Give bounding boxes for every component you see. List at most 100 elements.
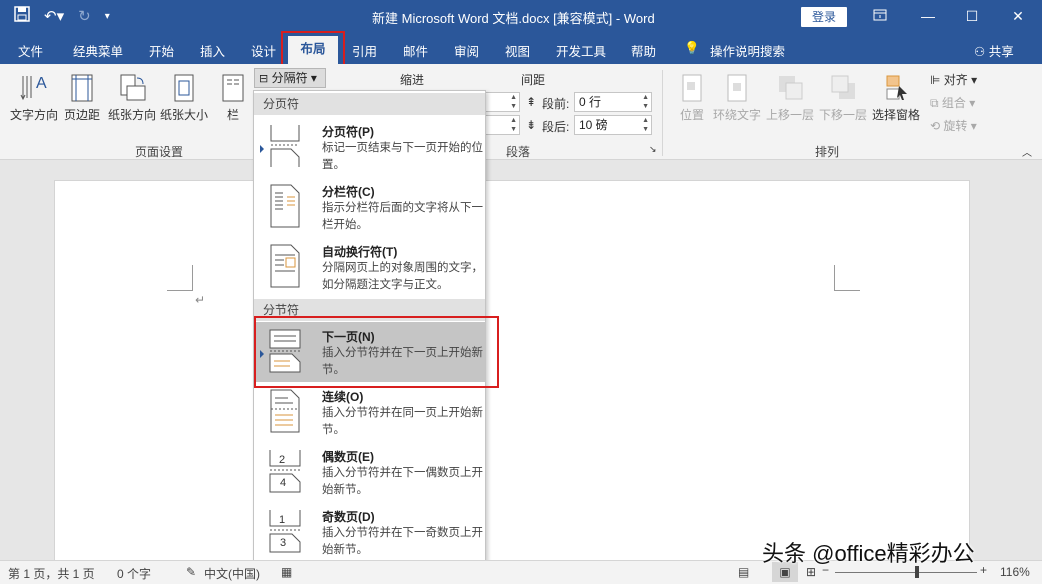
macro-icon[interactable]: ▦ (281, 565, 292, 579)
tab-home[interactable]: 开始 (149, 41, 174, 60)
lightbulb-icon: 💡 (684, 41, 700, 55)
align-icon: ⊫ (930, 73, 941, 87)
bring-forward-label: 上移一层 (766, 108, 815, 122)
position-label: 位置 (679, 108, 704, 122)
tab-classic-menu[interactable]: 经典菜单 (73, 41, 123, 60)
svg-text:3: 3 (280, 537, 286, 549)
group-label: 组合 (941, 96, 966, 110)
text-wrapping-break-title: 自动换行符(T) (322, 245, 398, 259)
breaks-button[interactable]: ⊟ 分隔符 ▾ (254, 68, 326, 88)
group-icon: ⧉ (930, 96, 939, 110)
breaks-label: 分隔符 (271, 71, 308, 85)
wrap-text-button[interactable]: 环绕文字 (713, 72, 761, 123)
svg-text:A: A (36, 75, 47, 92)
language[interactable]: 中文(中国) (204, 565, 260, 582)
menu-item-text-wrapping-break[interactable]: 自动换行符(T) 分隔网页上的对象周围的文字，如分隔题注文字与正文。 (254, 237, 485, 297)
zoom-slider[interactable] (835, 572, 977, 573)
zoom-in-button[interactable]: + (980, 563, 987, 577)
tab-review[interactable]: 审阅 (454, 41, 479, 60)
page-count[interactable]: 第 1 页，共 1 页 (8, 565, 95, 582)
menu-item-continuous[interactable]: 连续(O) 插入分节符并在同一页上开始新节。 (254, 382, 485, 442)
save-icon[interactable] (14, 6, 30, 28)
svg-text:2: 2 (279, 454, 285, 466)
person-icon: ⚇ (974, 45, 986, 59)
tab-view[interactable]: 视图 (505, 41, 530, 60)
rotate-button[interactable]: ⟲ 旋转 ▾ (930, 117, 977, 134)
page-break-desc: 标记一页结束与下一页开始的位置。 (322, 142, 483, 171)
menu-item-odd-page[interactable]: 13 奇数页(D) 插入分节符并在下一奇数页上开始新节。 (254, 502, 485, 562)
ribbon-display-icon[interactable] (870, 6, 890, 26)
paragraph-group-label: 段落 (506, 145, 531, 159)
redo-icon[interactable]: ↻ (78, 7, 91, 27)
ribbon: A 文字方向 页边距 纸张方向 纸张大小 栏 页面设置 缩进 间距 ▲ ▼ ▲ ▼ … (0, 64, 1042, 160)
columns-button[interactable]: 栏 (218, 72, 248, 123)
margin-corner-left (167, 265, 193, 291)
zoom-level[interactable]: 116% (1000, 565, 1030, 579)
word-count[interactable]: 0 个字 (117, 565, 151, 582)
selection-highlight-box (254, 316, 499, 388)
margins-label: 页边距 (64, 108, 101, 122)
collapse-ribbon-icon[interactable]: ︿ (1022, 144, 1032, 159)
align-button[interactable]: ⊫ 对齐 ▾ (930, 71, 977, 88)
minimize-icon[interactable]: — (918, 6, 938, 26)
bring-forward-button[interactable]: 上移一层 (766, 72, 814, 123)
even-page-title: 偶数页(E) (322, 450, 374, 464)
group-separator (662, 70, 663, 156)
proofing-icon[interactable]: ✎ (186, 565, 196, 579)
marker-icon (260, 145, 264, 153)
indent-left-spinner[interactable]: ▲ ▼ (484, 92, 520, 112)
tab-mailings[interactable]: 邮件 (403, 41, 428, 60)
send-backward-button[interactable]: 下移一层 (819, 72, 867, 123)
share-button[interactable]: ⚇ 共享 (974, 41, 1014, 60)
wrap-text-icon (727, 74, 747, 102)
tab-file[interactable]: 文件 (18, 41, 43, 60)
space-before-value: 0 行 (579, 95, 602, 109)
tab-design[interactable]: 设计 (251, 41, 276, 60)
tab-help[interactable]: 帮助 (631, 41, 656, 60)
menu-item-page-break[interactable]: 分页符(P) 标记一页结束与下一页开始的位置。 (254, 117, 485, 177)
align-label: 对齐 (943, 73, 968, 87)
tab-references[interactable]: 引用 (352, 41, 377, 60)
svg-text:4: 4 (280, 477, 286, 489)
selection-pane-button[interactable]: 选择窗格 (872, 72, 920, 123)
paper-size-button[interactable]: 纸张大小 (160, 72, 208, 123)
menu-item-column-break[interactable]: 分栏符(C) 指示分栏符后面的文字将从下一栏开始。 (254, 177, 485, 237)
read-mode-icon[interactable]: ▤ (738, 565, 749, 579)
selection-pane-label: 选择窗格 (872, 108, 921, 122)
page-setup-group-label: 页面设置 (135, 145, 184, 159)
tell-me-search[interactable]: 操作说明搜索 (710, 41, 785, 60)
indent-right-spinner[interactable]: ▲ ▼ (484, 115, 520, 135)
orientation-button[interactable]: 纸张方向 (108, 72, 156, 123)
continuous-desc: 插入分节符并在同一页上开始新节。 (322, 407, 483, 436)
customize-icon[interactable]: ▾ (105, 7, 110, 27)
document-page[interactable]: ↵ (54, 180, 970, 570)
rotate-label: 旋转 (943, 119, 968, 133)
position-icon (682, 74, 702, 102)
group-objects-button[interactable]: ⧉ 组合 ▾ (930, 94, 975, 111)
columns-icon (222, 74, 244, 102)
tab-insert[interactable]: 插入 (200, 41, 225, 60)
paper-size-icon (174, 74, 194, 102)
page-break-icon (270, 125, 300, 167)
maximize-icon[interactable]: ☐ (962, 6, 982, 26)
paragraph-dialog-launcher-icon[interactable]: ↘ (649, 144, 657, 155)
bring-forward-icon (779, 76, 803, 100)
svg-text:1: 1 (279, 514, 285, 526)
login-button[interactable]: 登录 (801, 7, 847, 27)
even-page-desc: 插入分节符并在下一偶数页上开始新节。 (322, 467, 483, 496)
odd-page-icon: 13 (269, 510, 301, 553)
space-after-input[interactable]: 10 磅 ▲ ▼ (574, 115, 652, 135)
undo-icon[interactable]: ↶▾ (44, 7, 64, 27)
quick-access-toolbar: ↶▾ ↻ ▾ (14, 6, 110, 28)
send-backward-label: 下移一层 (819, 108, 868, 122)
column-break-desc: 指示分栏符后面的文字将从下一栏开始。 (322, 202, 483, 231)
text-direction-label: 文字方向 (10, 108, 59, 122)
tab-developer[interactable]: 开发工具 (556, 41, 606, 60)
margins-button[interactable]: 页边距 (64, 72, 100, 123)
document-area[interactable]: ↵ (0, 160, 1042, 570)
position-button[interactable]: 位置 (677, 72, 707, 123)
text-direction-button[interactable]: A 文字方向 (10, 72, 58, 123)
close-icon[interactable]: ✕ (1008, 6, 1028, 26)
space-before-input[interactable]: 0 行 ▲ ▼ (574, 92, 652, 112)
menu-item-even-page[interactable]: 2 4 偶数页(E) 插入分节符并在下一偶数页上开始新节。 (254, 442, 485, 502)
